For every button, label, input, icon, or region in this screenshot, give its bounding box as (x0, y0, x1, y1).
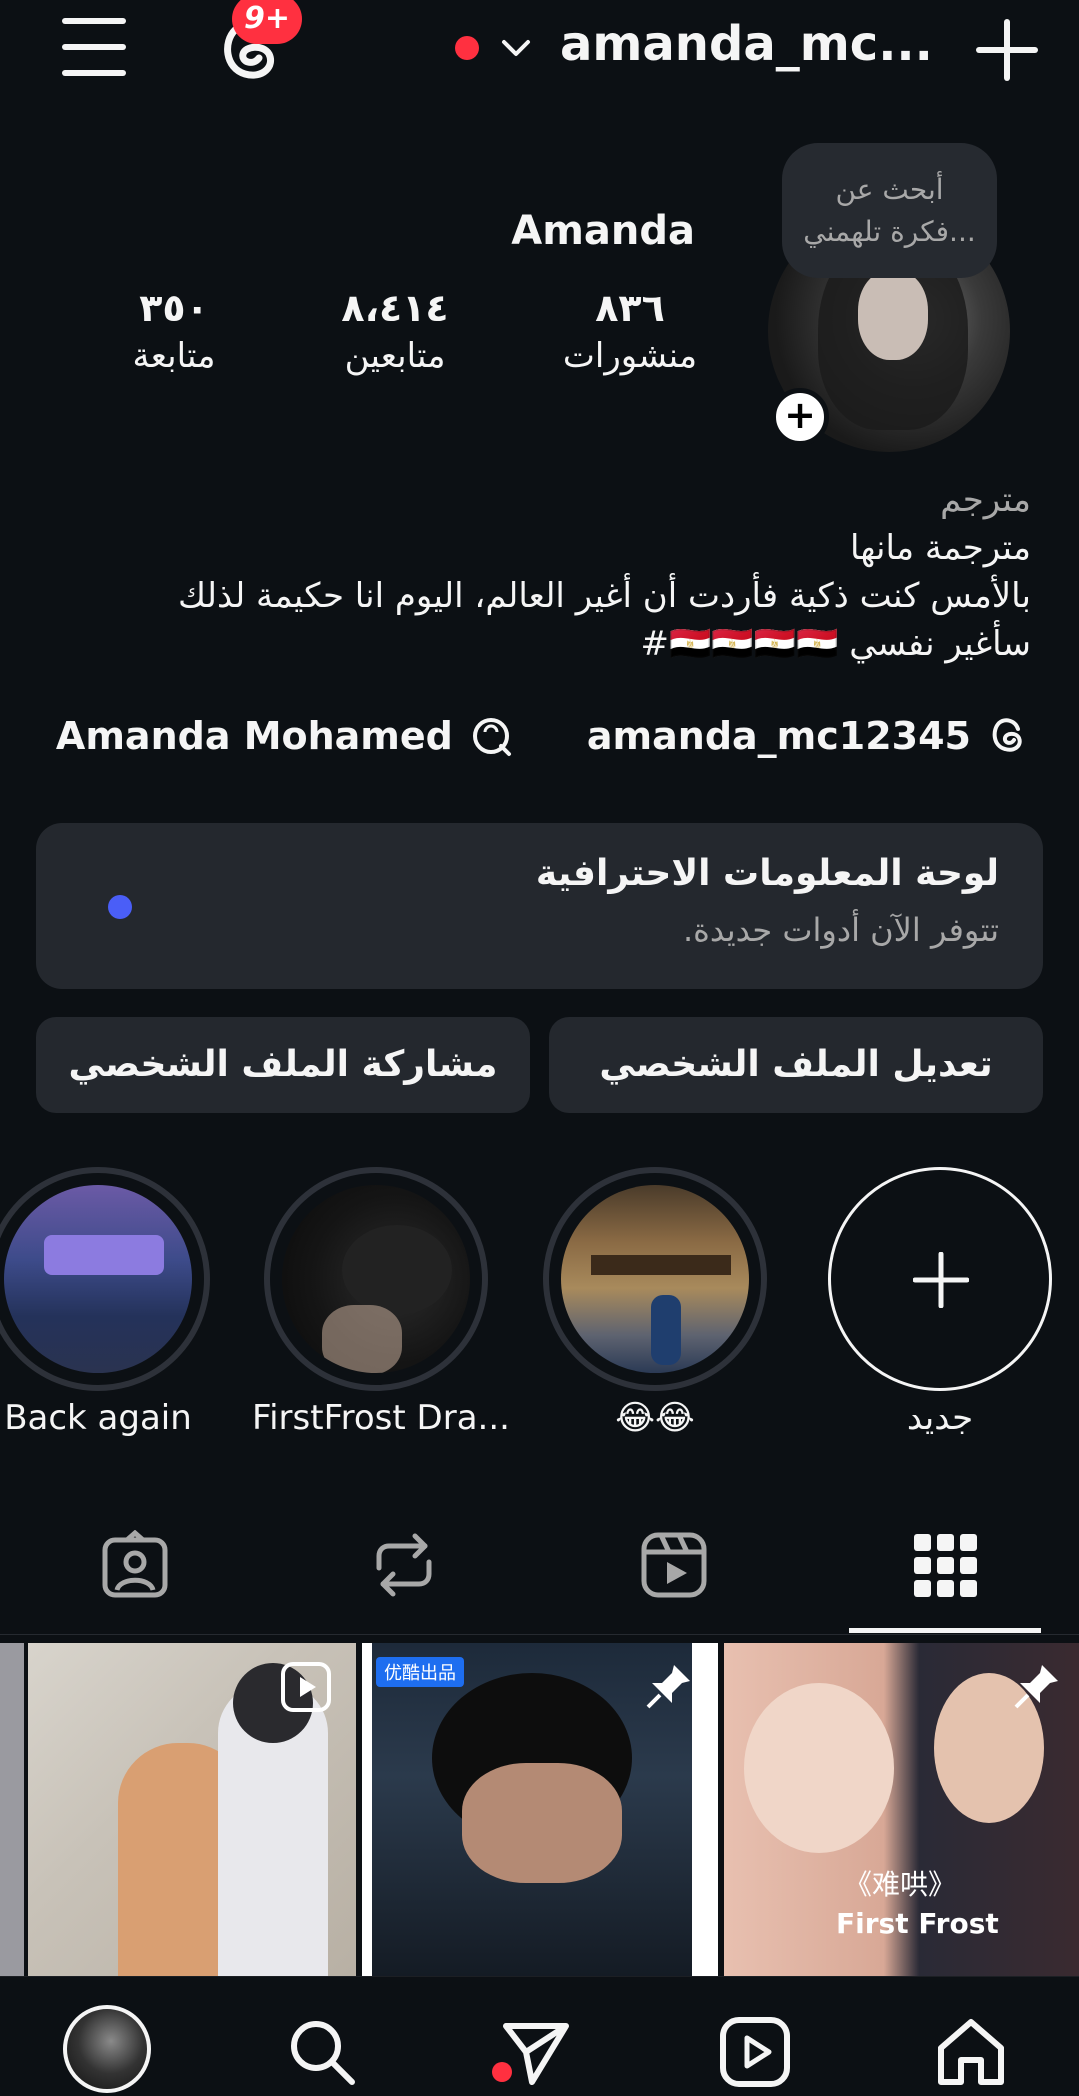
bio-line: بالأمس كنت ذكية فأردت أن أغير العالم، ال… (178, 576, 1031, 616)
highlight-label: 😂😂 (615, 1398, 695, 1438)
new-highlight-button[interactable] (828, 1167, 1052, 1391)
reel-post-icon (281, 1662, 331, 1712)
display-name: Amanda (511, 208, 695, 254)
note-line-2: فكرة تلهمني... (803, 215, 976, 248)
dashboard-title: لوحة المعلومات الاحترافية (535, 853, 999, 894)
posts-count: ٨٣٦ (595, 286, 665, 330)
highlight-label: جديد (906, 1398, 974, 1438)
linked-name[interactable]: Amanda Mohamed (56, 714, 453, 758)
bio-line: سأغير نفسي 🇪🇬🇪🇬🇪🇬🇪🇬# (640, 624, 1031, 664)
followers-stat[interactable]: ٨،٤١٤ متابعين (320, 286, 470, 376)
chevron-down-icon[interactable] (498, 30, 534, 66)
grid-post[interactable] (0, 1643, 24, 1976)
post-title: 《难哄》 (844, 1868, 957, 1901)
live-status-dot (455, 36, 479, 60)
grid-post[interactable]: 优酷出品 (362, 1643, 718, 1976)
reels-tab-icon[interactable] (639, 1530, 709, 1600)
plus-icon (913, 1252, 969, 1308)
top-bar: 9+ amanda_mc... (0, 0, 1079, 100)
grid-post[interactable]: 《难哄》 First Frost (724, 1643, 1079, 1976)
edit-profile-button[interactable]: تعديل الملف الشخصي (549, 1017, 1043, 1113)
new-indicator-dot (108, 895, 132, 919)
menu-icon[interactable] (62, 18, 128, 78)
post-caption: First Frost (836, 1907, 999, 1940)
tagged-tab-icon[interactable] (100, 1530, 170, 1600)
add-story-icon[interactable]: + (771, 388, 829, 446)
tab-divider (0, 1634, 1079, 1635)
bio: مترجم مترجمة مانها بالأمس كنت ذكية فأردت… (51, 476, 1031, 668)
home-icon[interactable] (935, 2016, 1007, 2088)
posts-label: منشورات (562, 336, 698, 376)
highlight-item[interactable] (543, 1167, 767, 1391)
notification-badge: 9+ (232, 0, 302, 44)
threads-icon (992, 718, 1022, 752)
threads-handle[interactable]: amanda_mc12345 (587, 714, 971, 758)
search-icon[interactable] (286, 2016, 358, 2088)
pinned-icon (646, 1665, 690, 1709)
followers-count: ٨،٤١٤ (341, 286, 449, 330)
grid-tab-icon[interactable] (910, 1530, 980, 1600)
linked-profiles: Amanda Mohamed amanda_mc12345 (56, 706, 1031, 766)
post-tag: 优酷出品 (376, 1657, 464, 1687)
grid-post[interactable] (28, 1643, 356, 1976)
active-tab-indicator (849, 1628, 1041, 1633)
note-line-1: أبحث عن (835, 173, 944, 206)
professional-dashboard-card[interactable]: لوحة المعلومات الاحترافية تتوفر الآن أدو… (36, 823, 1043, 989)
direct-messages-icon[interactable] (500, 2016, 572, 2088)
following-label: متابعة (132, 336, 216, 376)
followers-label: متابعين (344, 336, 446, 376)
create-plus-icon[interactable] (975, 18, 1039, 82)
highlight-item[interactable] (0, 1167, 210, 1391)
messages-unread-dot (492, 2062, 512, 2082)
share-profile-button[interactable]: مشاركة الملف الشخصي (36, 1017, 530, 1113)
highlight-item[interactable] (264, 1167, 488, 1391)
highlight-label: FirstFrost Dra... (252, 1398, 510, 1438)
broadcast-channel-icon (472, 718, 511, 756)
reposts-tab-icon[interactable] (369, 1530, 439, 1600)
bio-line: مترجمة مانها (849, 528, 1031, 568)
following-count: ٣٥٠ (139, 286, 209, 330)
profile-category: مترجم (940, 480, 1031, 520)
note-bubble[interactable]: أبحث عن فكرة تلهمني... (782, 143, 997, 278)
posts-stat[interactable]: ٨٣٦ منشورات (556, 286, 704, 376)
reels-icon[interactable] (719, 2016, 791, 2088)
profile-nav-avatar[interactable] (63, 2005, 151, 2093)
account-switcher-username[interactable]: amanda_mc... (560, 16, 933, 72)
dashboard-subtitle: تتوفر الآن أدوات جديدة. (682, 911, 999, 949)
pinned-icon (1014, 1665, 1058, 1709)
highlight-label: Back again (4, 1398, 192, 1438)
following-stat[interactable]: ٣٥٠ متابعة (116, 286, 232, 376)
